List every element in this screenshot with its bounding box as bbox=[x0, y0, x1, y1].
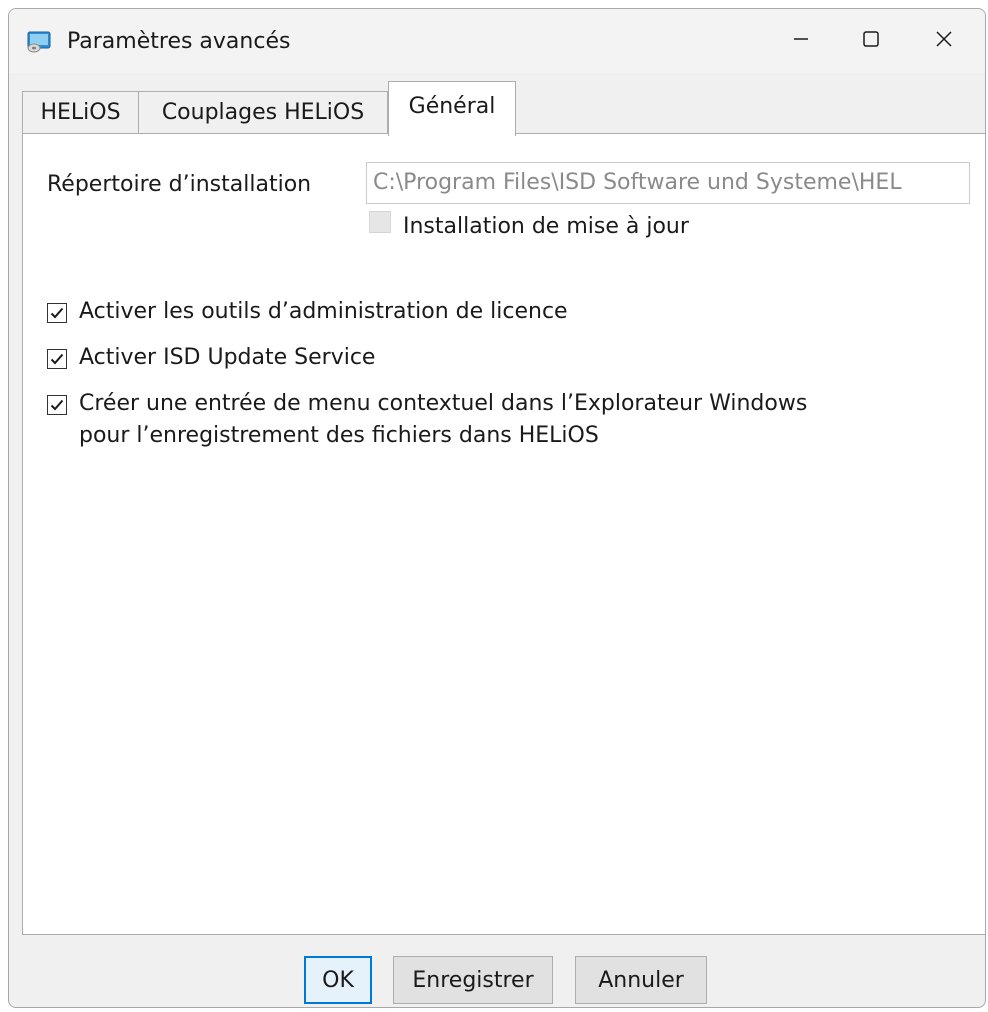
update-install-option: Installation de mise à jour bbox=[369, 210, 689, 239]
close-button[interactable] bbox=[914, 9, 974, 69]
license-admin-option[interactable]: Activer les outils d’administration de l… bbox=[47, 299, 568, 328]
checkmark-icon bbox=[50, 353, 64, 365]
update-service-label: Activer ISD Update Service bbox=[79, 345, 376, 370]
context-menu-checkbox[interactable] bbox=[47, 395, 67, 415]
save-button[interactable]: Enregistrer bbox=[393, 956, 553, 1004]
install-dir-label: Répertoire d’installation bbox=[47, 172, 312, 197]
ok-button[interactable]: OK bbox=[304, 956, 372, 1004]
tab-general[interactable]: Général bbox=[388, 81, 516, 136]
window-title: Paramètres avancés bbox=[67, 29, 291, 54]
maximize-icon bbox=[863, 31, 879, 47]
general-panel: Répertoire d’installation C:\Program Fil… bbox=[22, 133, 985, 935]
tab-helios[interactable]: HELiOS bbox=[22, 91, 139, 133]
minimize-button[interactable] bbox=[771, 9, 831, 69]
checkmark-icon bbox=[50, 399, 64, 411]
context-menu-label-line1: Créer une entrée de menu contextuel dans… bbox=[79, 391, 808, 416]
update-install-label: Installation de mise à jour bbox=[403, 214, 689, 239]
update-service-checkbox[interactable] bbox=[47, 349, 67, 369]
install-dir-field[interactable]: C:\Program Files\ISD Software und System… bbox=[366, 162, 970, 204]
minimize-icon bbox=[794, 38, 808, 40]
context-menu-label-line2: pour l’enregistrement des fichiers dans … bbox=[79, 423, 599, 448]
license-admin-checkbox[interactable] bbox=[47, 303, 67, 323]
checkmark-icon bbox=[50, 307, 64, 319]
settings-window: Paramètres avancés HELiOS Couplages HELi… bbox=[8, 8, 986, 1008]
context-menu-label: Créer une entrée de menu contextuel dans… bbox=[79, 388, 807, 452]
app-icon bbox=[27, 31, 51, 53]
maximize-button[interactable] bbox=[841, 9, 901, 69]
tab-couplages-helios[interactable]: Couplages HELiOS bbox=[138, 91, 388, 133]
cancel-button[interactable]: Annuler bbox=[575, 956, 707, 1004]
update-install-checkbox[interactable] bbox=[369, 210, 391, 233]
close-icon bbox=[936, 31, 952, 47]
license-admin-label: Activer les outils d’administration de l… bbox=[79, 299, 568, 324]
title-bar[interactable]: Paramètres avancés bbox=[9, 9, 985, 73]
context-menu-option[interactable]: Créer une entrée de menu contextuel dans… bbox=[47, 391, 807, 452]
update-service-option[interactable]: Activer ISD Update Service bbox=[47, 345, 375, 374]
